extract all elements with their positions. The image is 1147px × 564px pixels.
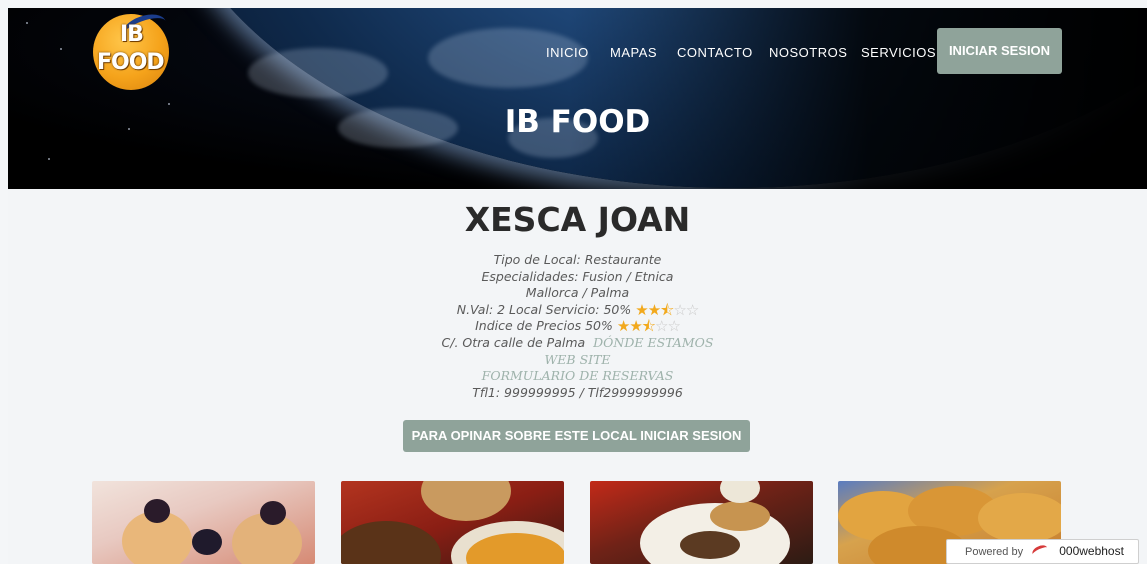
main-nav: INICIO MAPAS CONTACTO NOSOTROS SERVICIOS…	[8, 28, 1147, 74]
service-rating-text: N.Val: 2 Local Servicio: 50%	[456, 301, 632, 317]
nav-inicio[interactable]: INICIO	[546, 45, 589, 60]
empty-star-icon: ☆	[654, 317, 668, 336]
hero-title: IB FOOD	[504, 104, 651, 140]
service-star-rating: ★★⯪☆☆	[635, 300, 699, 319]
specialties: Especialidades: Fusion / Etnica	[481, 268, 674, 284]
half-star-icon: ⯪	[660, 300, 674, 319]
empty-star-icon: ☆	[667, 317, 680, 336]
restaurant-name: XESCA JOAN	[464, 200, 691, 239]
nav-mapas[interactable]: MAPAS	[610, 45, 657, 60]
login-button[interactable]: INICIAR SESION	[937, 28, 1062, 74]
page: IB FOOD INICIO MAPAS CONTACTO NOSOTROS S…	[8, 8, 1147, 564]
opinion-login-button[interactable]: PARA OPINAR SOBRE ESTE LOCAL INICIAR SES…	[403, 420, 750, 452]
price-index: Indice de Precios 50% ★★⯪☆☆	[8, 318, 1147, 335]
half-star-icon: ⯪	[641, 317, 656, 336]
star-icon: ★	[629, 317, 642, 336]
empty-star-icon: ☆	[673, 300, 686, 319]
webhost-logo-icon	[1030, 543, 1050, 559]
restaurant-info: Tipo de Local: Restaurante Especialidade…	[8, 252, 1147, 401]
breakfast-photo[interactable]	[590, 481, 813, 564]
dessert-photo[interactable]	[92, 481, 315, 564]
star-icon: ★	[635, 300, 648, 319]
address-line: C/. Otra calle de Palma DÓNDE ESTAMOS	[8, 335, 1147, 352]
local-type: Tipo de Local: Restaurante	[493, 252, 662, 267]
empty-star-icon: ☆	[685, 300, 699, 319]
nav-nosotros[interactable]: NOSOTROS	[769, 45, 847, 60]
nav-servicios[interactable]: SERVICIOS	[861, 45, 936, 60]
star-icon: ★	[647, 300, 661, 319]
where-link[interactable]: DÓNDE ESTAMOS	[593, 335, 713, 350]
price-index-text: Indice de Precios 50%	[475, 318, 613, 334]
price-star-rating: ★★⯪☆☆	[616, 317, 681, 336]
soup-photo[interactable]	[341, 481, 564, 564]
hosting-badge[interactable]: Powered by 000webhost	[946, 539, 1139, 564]
hero-banner: IB FOOD INICIO MAPAS CONTACTO NOSOTROS S…	[8, 8, 1147, 189]
phones: Tfl1: 999999995 / Tlf2999999996	[472, 384, 683, 400]
nav-contacto[interactable]: CONTACTO	[677, 45, 753, 60]
website-link[interactable]: WEB SITE	[8, 352, 1147, 369]
address: C/. Otra calle de Palma	[441, 334, 586, 350]
location: Mallorca / Palma	[525, 285, 630, 301]
reservation-link[interactable]: FORMULARIO DE RESERVAS	[8, 368, 1147, 385]
service-rating: N.Val: 2 Local Servicio: 50% ★★⯪☆☆	[8, 300, 1147, 319]
star-icon: ★	[616, 317, 630, 336]
